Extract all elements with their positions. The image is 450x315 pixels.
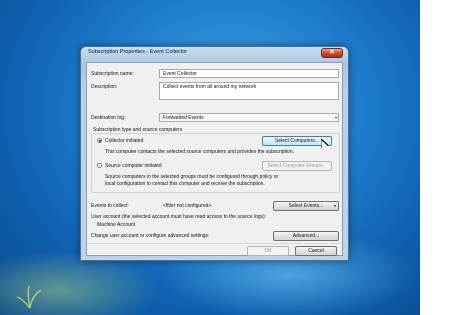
advanced-settings-label: Change user account or configure advance… (91, 233, 210, 239)
close-icon: ✕ (329, 49, 335, 56)
source-initiated-help-line2: local configuration to contact this comp… (105, 181, 265, 187)
dialog-client-area: Subscription name: Event Collector Descr… (86, 62, 343, 256)
collector-initiated-label: Collector initiated (105, 138, 144, 144)
subscription-name-label: Subscription name: (91, 71, 134, 77)
description-label: Description: (91, 84, 118, 90)
window-title: Subscription Properties - Event Collecto… (88, 49, 188, 55)
chevron-down-icon: ▾ (334, 115, 337, 120)
cancel-button[interactable]: Cancel (295, 246, 337, 256)
ok-button[interactable]: OK (247, 246, 289, 256)
footer-divider (87, 243, 342, 244)
destination-log-select[interactable]: Forwarded Events ▾ (159, 113, 339, 122)
subscription-properties-dialog: Subscription Properties - Event Collecto… (80, 46, 349, 261)
chevron-down-icon: ▾ (333, 203, 336, 208)
collector-initiated-help: This computer contacts the selected sour… (105, 149, 294, 155)
user-account-value: Machine Account (97, 222, 136, 228)
select-computer-groups-button[interactable]: Select Computer Groups... (262, 161, 332, 171)
source-initiated-help-line1: Source computers in the selected groups … (105, 174, 279, 180)
advanced-button[interactable]: Advanced... (273, 231, 339, 241)
select-events-label: Select Events... (288, 203, 324, 209)
title-bar[interactable]: Subscription Properties - Event Collecto… (81, 47, 348, 61)
collector-initiated-radio[interactable] (97, 138, 102, 143)
description-input[interactable]: Collect events from all around my networ… (159, 82, 339, 100)
events-to-collect-label: Events to collect: (91, 203, 129, 209)
select-events-button[interactable]: Select Events... ▾ (273, 201, 339, 211)
user-account-label: User account (the selected account must … (91, 214, 267, 220)
destination-log-value: Forwarded Events (163, 115, 204, 121)
close-button[interactable]: ✕ (321, 48, 343, 58)
subscription-name-input[interactable]: Event Collector (159, 69, 339, 78)
windows-logo-swirl-icon (16, 285, 42, 309)
source-initiated-label: Source computer initiated (105, 163, 162, 169)
events-filter-value: <filter not configured> (163, 203, 212, 209)
destination-log-label: Destination log: (91, 115, 126, 121)
source-initiated-radio[interactable] (97, 163, 102, 168)
